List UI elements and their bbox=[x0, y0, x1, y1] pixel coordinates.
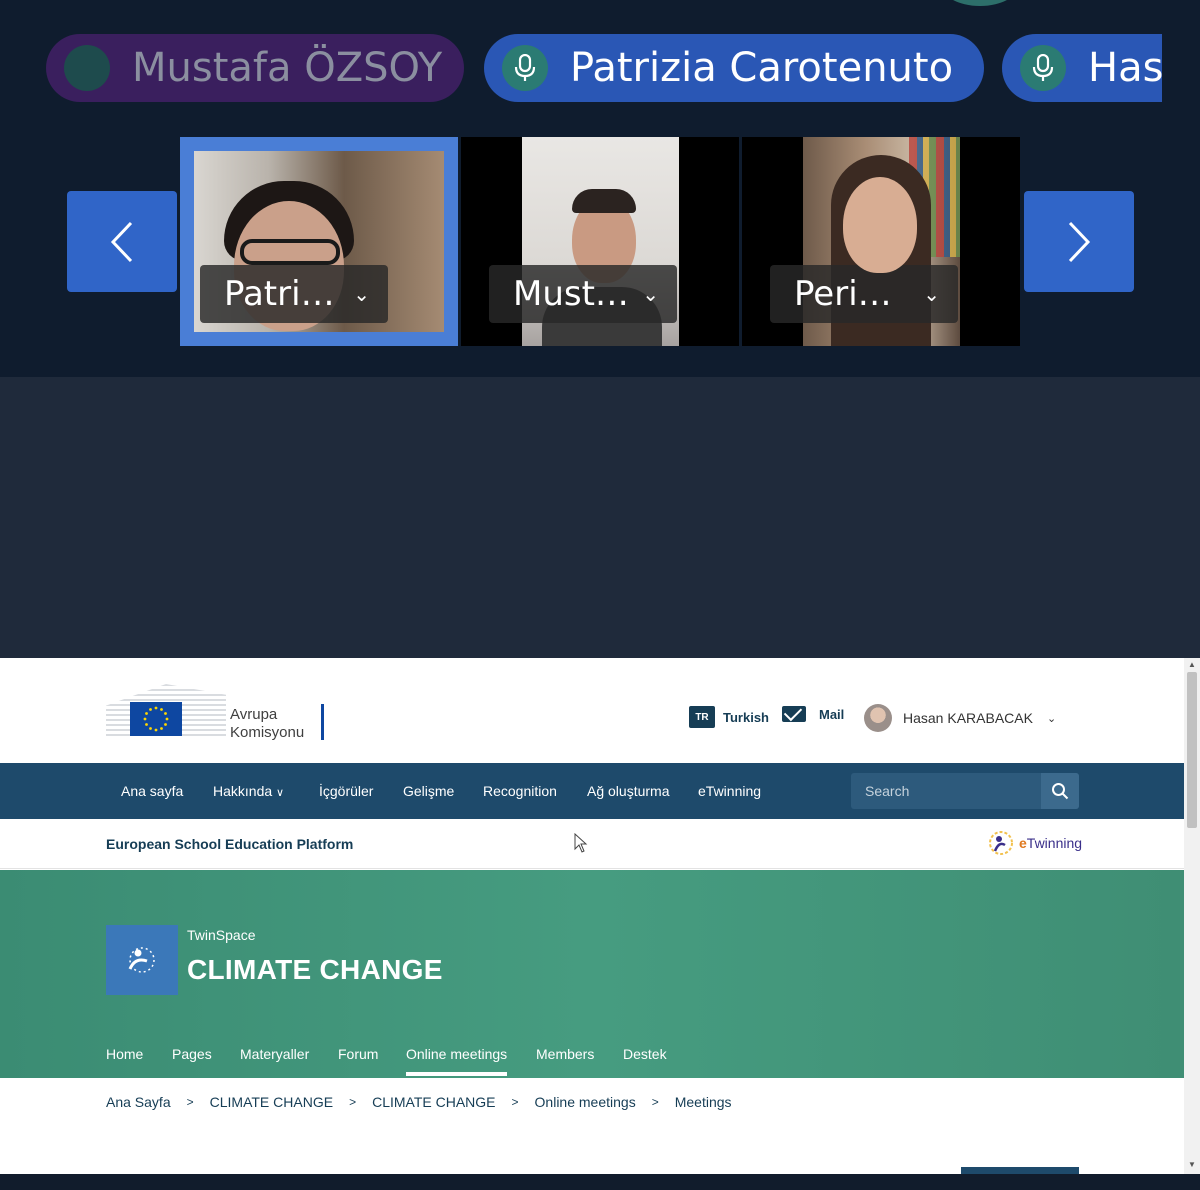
chevron-down-icon: ⌄ bbox=[642, 282, 659, 306]
search-box bbox=[851, 773, 1079, 809]
video-call-panel: Mustafa ÖZSOY Patrizia Carotenuto Has Pa… bbox=[0, 0, 1200, 377]
breadcrumb-item[interactable]: Ana Sayfa bbox=[106, 1094, 171, 1110]
eu-flag-icon bbox=[130, 702, 182, 736]
mail-link[interactable]: Mail bbox=[782, 706, 844, 722]
microphone-icon bbox=[1020, 45, 1066, 91]
microphone-icon bbox=[502, 45, 548, 91]
language-selector[interactable]: TR Turkish bbox=[689, 706, 769, 728]
shared-browser-page: Avrupa Komisyonu TR Turkish Mail Hasan K… bbox=[0, 658, 1200, 1190]
avatar bbox=[864, 704, 892, 732]
nav-item-insights[interactable]: İçgörüler bbox=[319, 763, 373, 819]
video-tile[interactable]: Patri… ⌄ bbox=[180, 137, 458, 346]
chevron-right-icon bbox=[1068, 221, 1091, 262]
etwinning-label: eTwinning bbox=[1019, 835, 1082, 851]
participant-name: Mustafa ÖZSOY bbox=[132, 45, 443, 91]
chevron-right-icon: > bbox=[651, 1095, 659, 1109]
etwinning-e: e bbox=[1019, 835, 1027, 851]
participant-pill-hasan[interactable]: Has bbox=[1002, 34, 1162, 102]
etwinning-logo[interactable]: eTwinning bbox=[987, 829, 1082, 857]
user-menu[interactable]: Hasan KARABACAK ⌄ bbox=[864, 704, 1056, 732]
twinspace-tabs: Home Pages Materyaller Forum Online meet… bbox=[0, 1040, 1184, 1078]
person-hair bbox=[572, 189, 636, 213]
european-commission-logo[interactable]: Avrupa Komisyonu bbox=[106, 680, 326, 742]
glasses bbox=[240, 239, 340, 265]
chevron-right-icon: > bbox=[349, 1095, 357, 1109]
logo-line-1: Avrupa bbox=[230, 706, 278, 723]
logo-text: Avrupa Komisyonu bbox=[230, 706, 304, 742]
empty-stage bbox=[0, 377, 1200, 658]
breadcrumb-item[interactable]: CLIMATE CHANGE bbox=[372, 1094, 495, 1110]
nav-item-development[interactable]: Gelişme bbox=[403, 763, 454, 819]
page-title: CLIMATE CHANGE bbox=[187, 954, 443, 985]
tab-forum[interactable]: Forum bbox=[338, 1046, 378, 1062]
user-name: Hasan KARABACAK bbox=[903, 710, 1033, 726]
breadcrumb-item[interactable]: CLIMATE CHANGE bbox=[210, 1094, 333, 1110]
search-input[interactable] bbox=[851, 773, 1041, 809]
tile-name-label[interactable]: Peri… ⌄ bbox=[770, 265, 958, 323]
avatar-circle bbox=[940, 0, 1020, 6]
scroll-down-icon[interactable]: ▼ bbox=[1187, 1160, 1197, 1170]
logo-line-2: Komisyonu bbox=[230, 724, 305, 741]
language-label: Turkish bbox=[723, 709, 769, 725]
breadcrumb-item[interactable]: Online meetings bbox=[535, 1094, 636, 1110]
mail-label: Mail bbox=[819, 707, 845, 722]
chevron-right-icon: > bbox=[186, 1095, 194, 1109]
mail-icon bbox=[782, 706, 806, 722]
tab-home[interactable]: Home bbox=[106, 1046, 143, 1062]
tab-members[interactable]: Members bbox=[536, 1046, 594, 1062]
page-scrollbar[interactable]: ▲ ▼ bbox=[1184, 658, 1200, 1174]
bottom-bar bbox=[0, 1174, 1200, 1190]
chevron-down-icon: ∨ bbox=[276, 787, 285, 799]
platform-bar: European School Education Platform eTwin… bbox=[0, 819, 1184, 869]
mouse-cursor-icon bbox=[574, 833, 588, 853]
tile-name: Must… bbox=[513, 274, 629, 314]
next-page-button[interactable] bbox=[1024, 191, 1134, 292]
language-icon: TR bbox=[689, 706, 715, 728]
participant-pill-patrizia[interactable]: Patrizia Carotenuto bbox=[484, 34, 984, 102]
participant-pill-mustafa[interactable]: Mustafa ÖZSOY bbox=[46, 34, 464, 102]
tab-support[interactable]: Destek bbox=[623, 1046, 667, 1062]
tile-name: Peri… bbox=[794, 274, 892, 314]
etwinning-logo-icon bbox=[989, 831, 1013, 855]
scroll-up-icon[interactable]: ▲ bbox=[1187, 660, 1197, 670]
search-icon bbox=[1052, 783, 1069, 800]
site-header: Avrupa Komisyonu TR Turkish Mail Hasan K… bbox=[0, 658, 1184, 763]
previous-page-button[interactable] bbox=[67, 191, 177, 292]
breadcrumb-current: Meetings bbox=[674, 1094, 732, 1110]
nav-item-etwinning[interactable]: eTwinning bbox=[698, 763, 761, 819]
search-button[interactable] bbox=[1041, 773, 1079, 809]
video-tile[interactable]: Peri… ⌄ bbox=[742, 137, 1020, 346]
tab-pages[interactable]: Pages bbox=[172, 1046, 212, 1062]
status-dot-icon bbox=[64, 45, 110, 91]
twinspace-subtitle: TwinSpace bbox=[187, 927, 256, 943]
person-face bbox=[843, 177, 917, 273]
platform-title[interactable]: European School Education Platform bbox=[106, 836, 353, 852]
twinspace-logo-icon bbox=[106, 925, 178, 995]
tile-name-label[interactable]: Patri… ⌄ bbox=[200, 265, 388, 323]
tab-materials[interactable]: Materyaller bbox=[240, 1046, 309, 1062]
nav-item-label: Hakkında bbox=[213, 783, 273, 799]
chevron-down-icon: ⌄ bbox=[923, 282, 940, 306]
chevron-down-icon: ⌄ bbox=[353, 282, 370, 306]
tile-name-label[interactable]: Must… ⌄ bbox=[489, 265, 677, 323]
twinspace-hero: TwinSpace CLIMATE CHANGE Home Pages Mate… bbox=[0, 870, 1184, 1078]
participant-name: Has bbox=[1088, 45, 1162, 91]
chevron-left-icon bbox=[110, 221, 133, 262]
participant-name: Patrizia Carotenuto bbox=[570, 45, 954, 91]
etwinning-rest: Twinning bbox=[1026, 835, 1083, 851]
chevron-right-icon: > bbox=[511, 1095, 519, 1109]
chevron-down-icon: ⌄ bbox=[1046, 712, 1057, 725]
nav-item-home[interactable]: Ana sayfa bbox=[121, 763, 183, 819]
tab-online-meetings[interactable]: Online meetings bbox=[406, 1046, 508, 1076]
nav-item-networking[interactable]: Ağ oluşturma bbox=[587, 763, 669, 819]
nav-item-recognition[interactable]: Recognition bbox=[483, 763, 557, 819]
breadcrumb: Ana Sayfa > CLIMATE CHANGE > CLIMATE CHA… bbox=[106, 1094, 732, 1110]
logo-divider bbox=[321, 704, 324, 740]
nav-item-about[interactable]: Hakkında ∨ bbox=[213, 763, 284, 819]
scroll-thumb[interactable] bbox=[1187, 672, 1197, 828]
main-navigation: Ana sayfa Hakkında ∨ İçgörüler Gelişme R… bbox=[0, 763, 1184, 819]
tile-name: Patri… bbox=[224, 274, 335, 314]
video-tile[interactable]: Must… ⌄ bbox=[461, 137, 739, 346]
